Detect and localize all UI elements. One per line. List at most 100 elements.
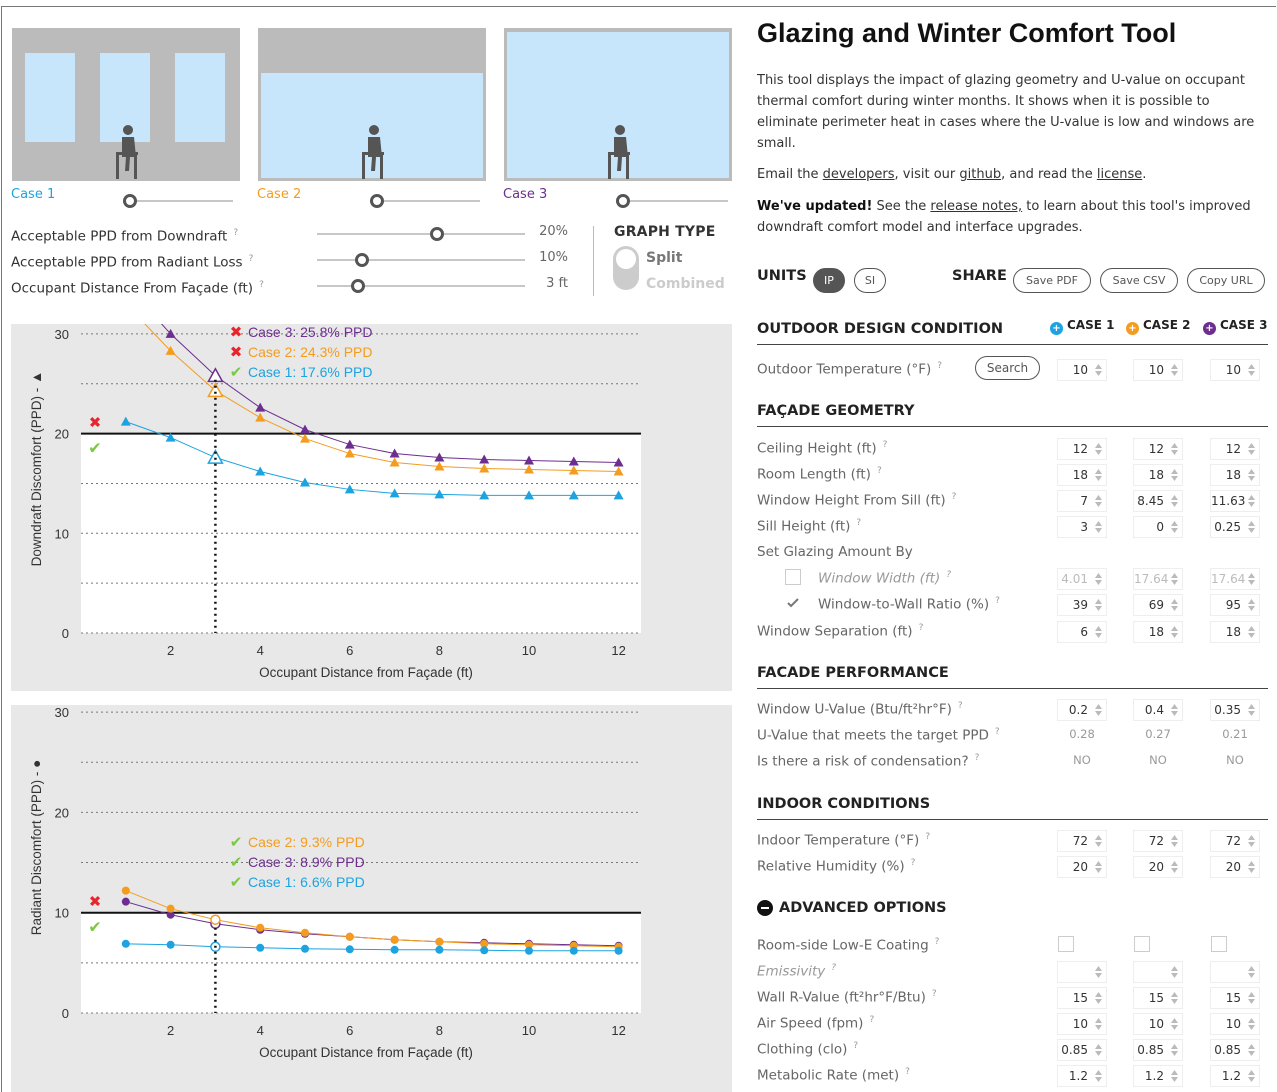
- case-3-indoor-temp-input[interactable]: 72: [1210, 830, 1260, 852]
- pass-mark-icon: ✔: [88, 439, 101, 458]
- case-1-sill-height-input[interactable]: 3: [1057, 516, 1107, 538]
- case-1-outdoor-temp-input[interactable]: 10: [1057, 359, 1107, 381]
- case-2-window-width-input[interactable]: 17.64: [1133, 568, 1183, 590]
- case-3-window-sep-input[interactable]: 18: [1210, 621, 1260, 643]
- case-1-window-height-input[interactable]: 7: [1057, 490, 1107, 512]
- collapse-icon[interactable]: [757, 900, 773, 916]
- help-icon[interactable]: ?: [935, 937, 940, 947]
- help-icon[interactable]: ?: [259, 280, 264, 290]
- help-icon[interactable]: ?: [995, 596, 1000, 606]
- case-2-u-value-input[interactable]: 0.4: [1133, 699, 1183, 721]
- case-1-slider[interactable]: [123, 194, 233, 208]
- help-icon[interactable]: ?: [233, 228, 238, 238]
- case-1-ceiling-height-input[interactable]: 12: [1057, 438, 1107, 460]
- help-icon[interactable]: ?: [925, 832, 930, 842]
- graph-type-toggle[interactable]: [613, 246, 639, 290]
- case-3-slider[interactable]: [616, 194, 728, 208]
- occupant-distance-slider[interactable]: [317, 279, 525, 293]
- case-3-wwr-input[interactable]: 95: [1210, 594, 1260, 616]
- developers-link[interactable]: developers: [823, 167, 895, 182]
- help-icon[interactable]: ?: [249, 254, 254, 264]
- case-3-clothing-input[interactable]: 0.85: [1210, 1039, 1260, 1061]
- case-2-metabolic-input[interactable]: 1.2: [1133, 1065, 1183, 1087]
- checked-checkbox[interactable]: [785, 595, 801, 611]
- case-1-wwr-input[interactable]: 39: [1057, 594, 1107, 616]
- save-csv-button[interactable]: Save CSV: [1100, 268, 1178, 293]
- y-tick-label: 20: [55, 805, 69, 820]
- case-3-u-value-input[interactable]: 0.35: [1210, 699, 1260, 721]
- case-2-sill-height-input[interactable]: 0: [1133, 516, 1183, 538]
- help-icon[interactable]: ?: [952, 492, 957, 502]
- case-2-outdoor-temp-input[interactable]: 10: [1133, 359, 1183, 381]
- graph-type-combined[interactable]: Combined: [646, 276, 725, 292]
- help-icon[interactable]: ?: [831, 963, 836, 973]
- case-1-wall-r-input[interactable]: 15: [1057, 987, 1107, 1009]
- case-2-emissivity-input[interactable]: [1133, 961, 1183, 983]
- save-pdf-button[interactable]: Save PDF: [1013, 268, 1091, 293]
- case-3-low-e-checkbox[interactable]: [1211, 936, 1227, 952]
- case-2-humidity-input[interactable]: 20: [1133, 856, 1183, 878]
- help-icon[interactable]: ?: [905, 1067, 910, 1077]
- case-2-low-e-checkbox[interactable]: [1134, 936, 1150, 952]
- units-label: UNITS: [757, 268, 807, 284]
- copy-url-button[interactable]: Copy URL: [1187, 268, 1265, 293]
- case-2-air-speed-input[interactable]: 10: [1133, 1013, 1183, 1035]
- case-3-window-width-input[interactable]: 17.64: [1210, 568, 1260, 590]
- case-1-indoor-temp-input[interactable]: 72: [1057, 830, 1107, 852]
- case-2-window-height-input[interactable]: 8.45: [1133, 490, 1183, 512]
- case-2-slider[interactable]: [370, 194, 480, 208]
- help-icon[interactable]: ?: [932, 989, 937, 999]
- help-icon[interactable]: ?: [856, 518, 861, 528]
- case-2-room-length-input[interactable]: 18: [1133, 464, 1183, 486]
- help-icon[interactable]: ?: [883, 440, 888, 450]
- checkbox[interactable]: [785, 569, 801, 585]
- help-icon[interactable]: ?: [958, 701, 963, 711]
- license-link[interactable]: license: [1097, 167, 1142, 182]
- help-icon[interactable]: ?: [869, 1015, 874, 1025]
- help-icon[interactable]: ?: [937, 361, 942, 371]
- case-3-humidity-input[interactable]: 20: [1210, 856, 1260, 878]
- case-2-window-sep-input[interactable]: 18: [1133, 621, 1183, 643]
- case-1-humidity-input[interactable]: 20: [1057, 856, 1107, 878]
- case-3-wall-r-input[interactable]: 15: [1210, 987, 1260, 1009]
- case-1-room-length-input[interactable]: 18: [1057, 464, 1107, 486]
- case-1-emissivity-input[interactable]: [1057, 961, 1107, 983]
- annotation-label: Case 3: 25.8% PPD: [248, 324, 373, 340]
- case-2-wwr-input[interactable]: 69: [1133, 594, 1183, 616]
- case-2-wall-r-input[interactable]: 15: [1133, 987, 1183, 1009]
- case-3-sill-height-input[interactable]: 0.25: [1210, 516, 1260, 538]
- help-icon[interactable]: ?: [975, 753, 980, 763]
- help-icon[interactable]: ?: [946, 570, 951, 580]
- case-2-clothing-input[interactable]: 0.85: [1133, 1039, 1183, 1061]
- case-3-room-length-input[interactable]: 18: [1210, 464, 1260, 486]
- units-ip-button[interactable]: IP: [813, 268, 845, 293]
- case-1-window-sep-input[interactable]: 6: [1057, 621, 1107, 643]
- help-icon[interactable]: ?: [995, 727, 1000, 737]
- case-1-u-value-input[interactable]: 0.2: [1057, 699, 1107, 721]
- case-3-metabolic-input[interactable]: 1.2: [1210, 1065, 1260, 1087]
- case-1-clothing-input[interactable]: 0.85: [1057, 1039, 1107, 1061]
- case-2-ceiling-height-input[interactable]: 12: [1133, 438, 1183, 460]
- case-3-emissivity-input[interactable]: [1210, 961, 1260, 983]
- case-3-outdoor-temp-input[interactable]: 10: [1210, 359, 1260, 381]
- data-point: [207, 382, 224, 398]
- case-3-ceiling-height-input[interactable]: 12: [1210, 438, 1260, 460]
- help-icon[interactable]: ?: [877, 466, 882, 476]
- case-3-air-speed-input[interactable]: 10: [1210, 1013, 1260, 1035]
- ppd-downdraft-slider[interactable]: [317, 227, 525, 241]
- case-1-metabolic-input[interactable]: 1.2: [1057, 1065, 1107, 1087]
- help-icon[interactable]: ?: [911, 858, 916, 868]
- case-1-low-e-checkbox[interactable]: [1058, 936, 1074, 952]
- case-1-window-width-input[interactable]: 4.01: [1057, 568, 1107, 590]
- case-3-window-height-input[interactable]: 11.63: [1210, 490, 1260, 512]
- advanced-options-header[interactable]: ADVANCED OPTIONS: [757, 900, 1268, 924]
- ppd-radiant-slider[interactable]: [317, 253, 525, 267]
- release-notes-link[interactable]: release notes,: [930, 199, 1022, 214]
- graph-type-split[interactable]: Split: [646, 250, 682, 266]
- case-1-air-speed-input[interactable]: 10: [1057, 1013, 1107, 1035]
- help-icon[interactable]: ?: [919, 623, 924, 633]
- github-link[interactable]: github: [959, 167, 1001, 182]
- help-icon[interactable]: ?: [853, 1041, 858, 1051]
- case-2-indoor-temp-input[interactable]: 72: [1133, 830, 1183, 852]
- units-si-button[interactable]: SI: [854, 268, 886, 293]
